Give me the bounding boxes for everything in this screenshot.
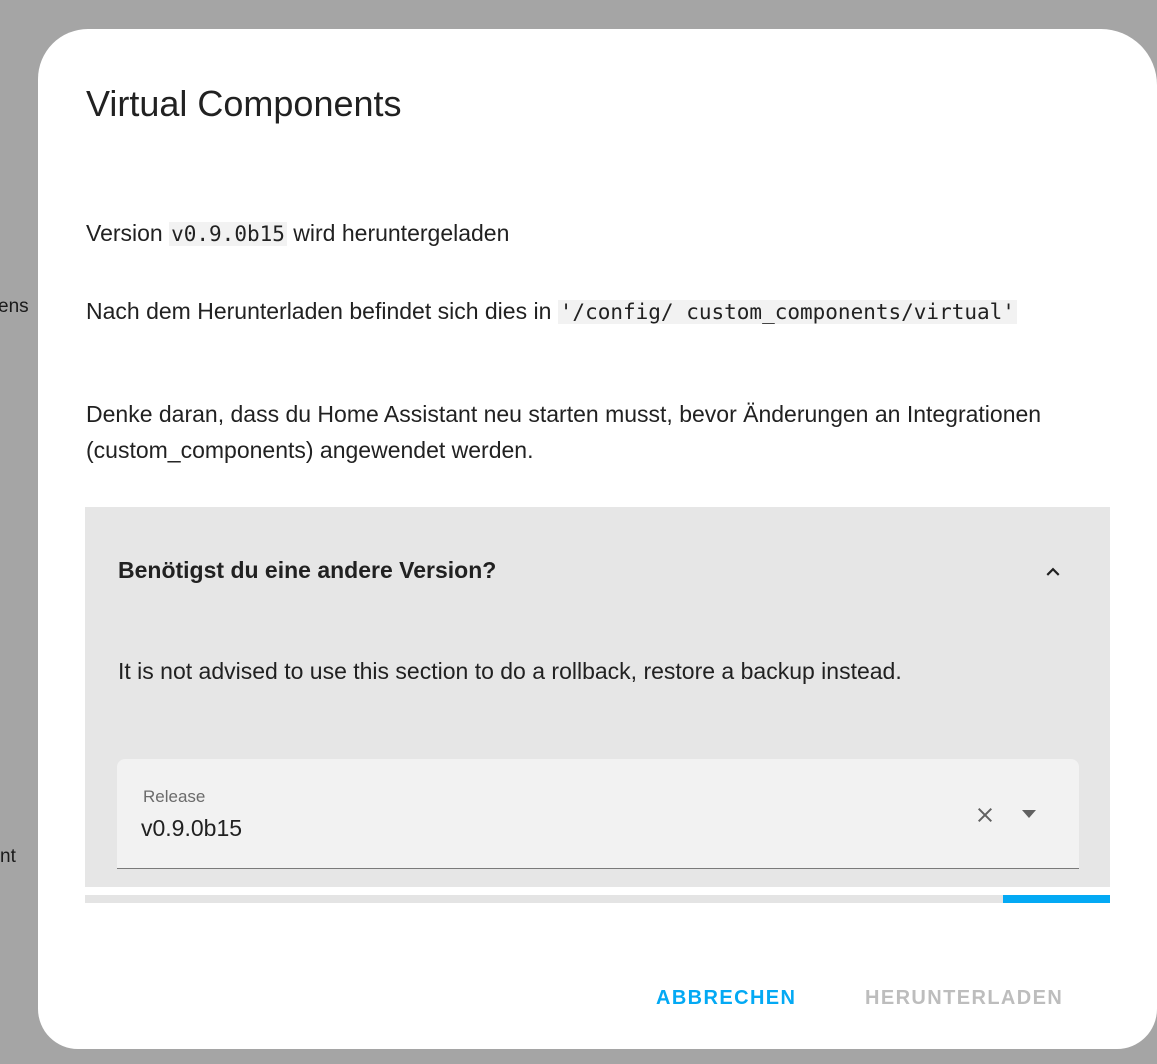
background-text-fragment: ens [0,296,29,317]
download-progress-bar [85,895,1110,903]
version-code: v0.9.0b15 [169,222,287,246]
download-dialog: Virtual Components Version v0.9.0b15 wir… [38,29,1157,1049]
close-icon[interactable] [973,803,997,827]
chevron-up-icon[interactable] [1040,559,1066,585]
progress-indicator [1003,895,1110,903]
download-button[interactable]: HERUNTERLADEN [865,987,1063,1010]
other-version-expander: Benötigst du eine andere Version? It is … [85,507,1110,887]
dialog-title: Virtual Components [86,83,402,124]
cancel-button[interactable]: ABBRECHEN [656,987,796,1010]
expander-header[interactable]: Benötigst du eine andere Version? [85,507,1110,635]
install-location-info: Nach dem Herunterladen befindet sich die… [86,293,1086,330]
restart-notice: Denke daran, dass du Home Assistant neu … [86,401,1042,463]
location-prefix: Nach dem Herunterladen befindet sich die… [86,298,558,324]
release-select-value: v0.9.0b15 [141,815,243,841]
location-path: '/config/ custom_components/virtual' [557,300,1017,324]
release-select-label: Release [143,787,206,806]
version-info: Version v0.9.0b15 wird heruntergeladen [86,215,509,252]
rollback-warning: It is not advised to use this section to… [118,658,902,684]
version-prefix: Version [86,220,170,246]
release-select[interactable]: Release v0.9.0b15 [117,759,1079,869]
arrow-down-icon[interactable] [1019,807,1039,821]
expander-title: Benötigst du eine andere Version? [118,557,497,583]
version-suffix: wird heruntergeladen [286,220,510,246]
background-text-fragment: nt [0,846,16,867]
